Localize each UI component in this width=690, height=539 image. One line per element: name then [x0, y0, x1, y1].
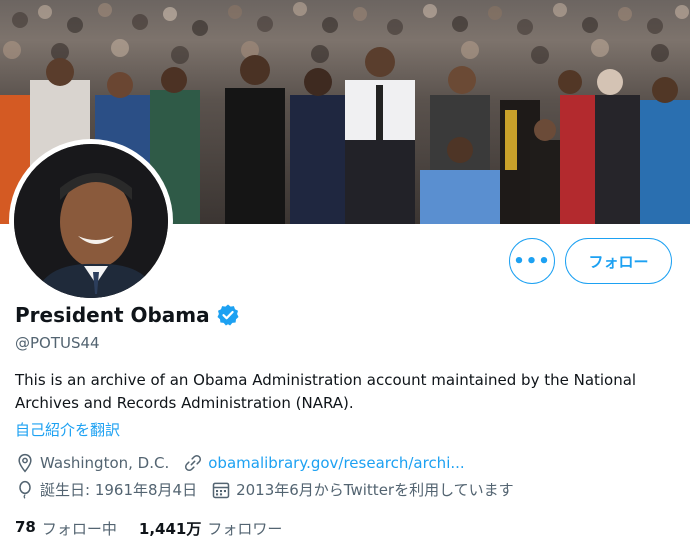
- calendar-icon: [212, 482, 230, 498]
- followers-stat-link[interactable]: 1,441万 フォロワー: [139, 518, 282, 539]
- follow-button[interactable]: フォロー: [565, 238, 672, 284]
- avatar-photo: [14, 144, 168, 298]
- profile-avatar[interactable]: [9, 139, 173, 303]
- location-icon: [18, 453, 32, 473]
- balloon-icon: [19, 480, 31, 499]
- profile-birthday: 誕生日: 1961年8月4日: [40, 481, 198, 499]
- following-label: フォロー中: [41, 520, 117, 538]
- following-count: 78: [15, 518, 36, 536]
- link-icon: [185, 454, 202, 472]
- more-options-button[interactable]: •••: [509, 238, 555, 284]
- profile-website-link[interactable]: obamalibrary.gov/research/archi...: [208, 454, 464, 472]
- verified-badge-icon: [217, 304, 239, 326]
- profile-meta-row-2: 誕生日: 1961年8月4日 2013年6月からTwitterを利用しています: [15, 479, 514, 500]
- profile-name-row: President Obama: [15, 303, 240, 327]
- profile-bio: This is an archive of an Obama Administr…: [15, 371, 637, 412]
- profile-stats: 78 フォロー中 1,441万 フォロワー: [15, 518, 304, 539]
- following-stat-link[interactable]: 78 フォロー中: [15, 518, 117, 539]
- profile-joined-date: 2013年6月からTwitterを利用しています: [236, 481, 514, 499]
- translate-bio-link[interactable]: 自己紹介を翻訳: [15, 419, 120, 440]
- profile-handle: @POTUS44: [15, 334, 100, 352]
- profile-location: Washington, D.C.: [40, 454, 170, 472]
- more-icon: •••: [513, 250, 551, 272]
- followers-label: フォロワー: [207, 520, 283, 538]
- profile-meta-row-1: Washington, D.C. obamalibrary.gov/resear…: [15, 453, 465, 473]
- profile-name: President Obama: [15, 303, 210, 327]
- followers-count: 1,441万: [138, 520, 202, 538]
